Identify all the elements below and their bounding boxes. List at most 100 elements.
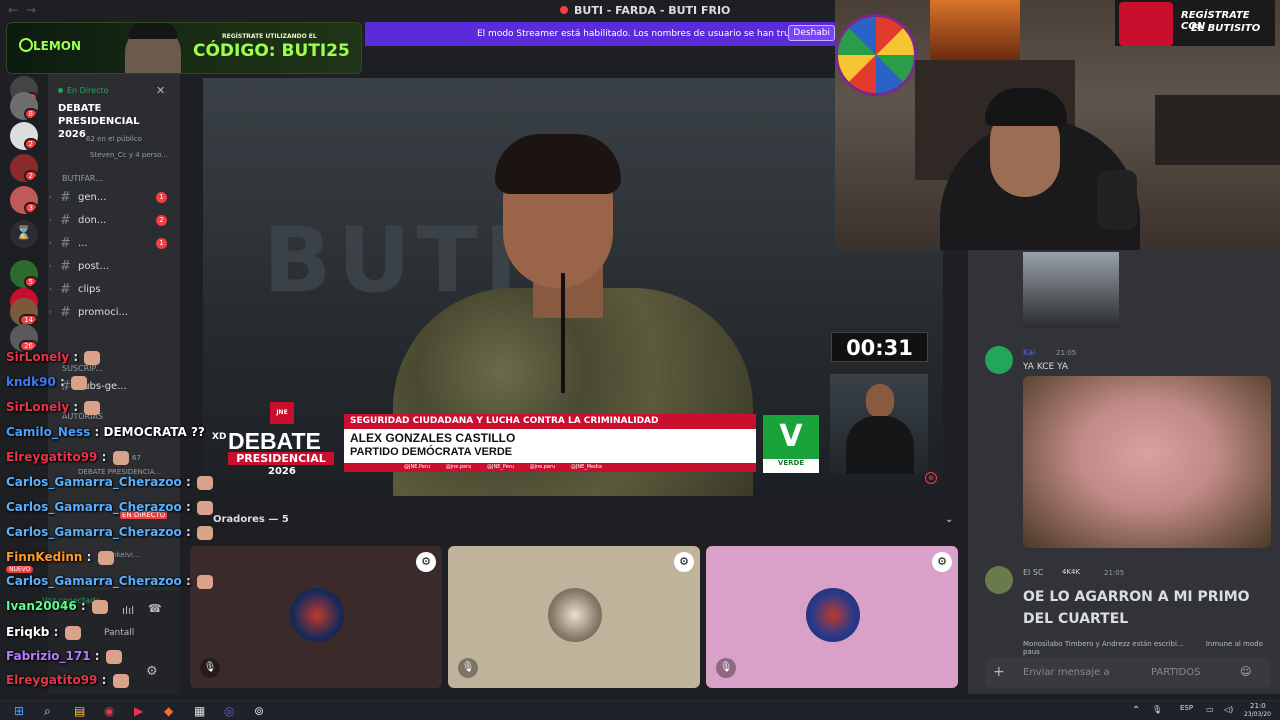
server-icon[interactable]: 8 [10, 92, 38, 120]
chevron-right-icon: › [49, 239, 52, 247]
calendar-icon[interactable]: ▦ [194, 704, 205, 718]
volume-icon[interactable]: ◁) [1224, 705, 1233, 714]
overlay-text: DEMOCRATA ?? [103, 425, 205, 439]
mic-muted-icon: 🎙 [716, 658, 736, 678]
speaker-tile[interactable]: ⚙ 🎙 [190, 546, 442, 688]
hash-icon: # [60, 213, 71, 228]
category-subs[interactable]: SUSCRIP... [62, 364, 103, 373]
emote-icon [84, 400, 101, 415]
signer-head [866, 384, 894, 418]
overlay-msg: Eriqkb : [6, 625, 83, 640]
chevron-down-icon[interactable]: ⌄ [945, 514, 953, 525]
mic-muted-icon: 🎙 [200, 658, 220, 678]
settings-gear-icon[interactable]: ⚙ [146, 664, 158, 679]
channel-item[interactable]: › # post... [48, 257, 180, 277]
live-label: En Directo [58, 86, 109, 95]
server-badge: 8 [23, 108, 38, 120]
sponsor-banner[interactable]: LEMON REGÍSTRATE UTILIZANDO EL CÓDIGO: B… [6, 22, 362, 74]
discord-icon[interactable]: ◎ [224, 704, 234, 718]
new-badge: NUEVO [6, 566, 34, 573]
discord-avatar-icon[interactable] [985, 346, 1013, 374]
server-badge: 2 [23, 170, 38, 182]
clock-time[interactable]: 21:0 [1250, 702, 1266, 710]
settings-icon[interactable]: ⚙ [674, 552, 694, 572]
server-badge: 3 [23, 202, 38, 214]
server-icon[interactable]: 14 [10, 298, 38, 326]
windows-start-icon[interactable]: ⊞ [14, 704, 24, 718]
hash-icon: # [60, 305, 71, 320]
mic-icon[interactable]: 🎙 [1152, 705, 1162, 714]
close-icon[interactable]: ✕ [156, 84, 165, 97]
server-icon[interactable]: 2 [10, 154, 38, 182]
server-icon[interactable]: 5 [10, 260, 38, 288]
chevron-right-icon: › [49, 216, 52, 224]
overlay-user: Carlos_Gamarra_Cherazoo [6, 574, 182, 588]
app-icon[interactable]: ◉ [104, 704, 114, 718]
speaker-tile[interactable]: ⚙ 🎙 [706, 546, 958, 688]
chevron-right-icon: › [49, 262, 52, 270]
emoji-icon[interactable]: ☺ [1240, 665, 1251, 678]
emote-icon [84, 350, 101, 365]
channel-name: don... [78, 215, 107, 226]
nav-arrows-icon[interactable]: ←→ [8, 3, 44, 17]
network-icon[interactable]: ▭ [1206, 705, 1214, 714]
message-input[interactable]: + Enviar mensaje a PARTIDOS ☺ [985, 658, 1271, 688]
overlay-msg: Carlos_Gamarra_Cherazoo : [6, 475, 215, 490]
msg-author[interactable]: Kai [1023, 348, 1035, 357]
disconnect-icon[interactable]: ☎ [148, 602, 162, 615]
audience-count: 62 en el público [86, 135, 142, 143]
brave-icon[interactable]: ◆ [164, 704, 173, 718]
sponsor-code: CÓDIGO: BUTI25 [193, 41, 350, 61]
server-icon[interactable]: 3 [10, 186, 38, 214]
globe-icon[interactable]: ⊕ [925, 472, 937, 484]
overlay-msg: Fabrizio_171 : [6, 649, 124, 664]
chat-panel: Kai 21:05 YA KCE YA El SC 4K4K 21:05 OE … [968, 250, 1280, 694]
channel-item[interactable]: › # gen... 1 [48, 188, 180, 208]
search-icon[interactable]: ⌕ [44, 704, 51, 719]
debate-timer: 00:31 [831, 332, 928, 362]
chat-image-pig[interactable] [1023, 376, 1271, 548]
user-avatar[interactable] [985, 566, 1013, 594]
hourglass-icon[interactable]: ⌛ [10, 220, 38, 248]
chat-image-signer[interactable] [1023, 252, 1119, 328]
soundwave-icon[interactable]: ılıl [122, 604, 134, 617]
speakers-header[interactable]: Oradores — 5 [213, 514, 289, 525]
overlay-msg: Camilo_Ness : DEMOCRATA ?? [6, 425, 205, 439]
language-indicator[interactable]: ESP [1180, 704, 1193, 712]
category-butifar[interactable]: BUTIFAR... [62, 174, 103, 183]
channel-name: ... [78, 238, 88, 249]
logo-year: 2026 [268, 466, 296, 477]
msg-author[interactable]: El SC [1023, 568, 1043, 577]
clock-date[interactable]: 23/03/20 [1244, 711, 1271, 718]
settings-icon[interactable]: ⚙ [416, 552, 436, 572]
channel-item[interactable]: › # clips [48, 280, 180, 300]
windows-taskbar: ⊞ ⌕ ▤ ◉ ▶ ◆ ▦ ◎ ⊚ ⌃ 🎙 ESP ▭ ◁) 21:0 23/0… [0, 700, 1280, 720]
chevron-up-icon[interactable]: ⌃ [1132, 705, 1140, 716]
server-icon[interactable]: 26 [10, 324, 38, 352]
channel-item[interactable]: › # promoci... [48, 303, 180, 323]
folder-icon[interactable]: ▤ [74, 704, 85, 718]
youtube-icon[interactable]: ▶ [134, 704, 143, 718]
overlay-user: SirLonely [6, 350, 70, 364]
podium-mic [561, 273, 565, 393]
hash-icon: # [60, 282, 71, 297]
disable-streamer-button[interactable]: Deshabi [788, 25, 835, 41]
party-logo: V VERDE [763, 415, 819, 473]
channel-name: promoci... [78, 307, 129, 318]
overlay-msg: SirLonely : [6, 400, 102, 415]
overlay-user: Elreygatito99 [6, 673, 98, 687]
settings-icon[interactable]: ⚙ [932, 552, 952, 572]
speaker-tile[interactable]: ⚙ 🎙 [448, 546, 700, 688]
badge-photo [1119, 2, 1173, 46]
server-icon[interactable]: 2 [10, 122, 38, 150]
channel-item[interactable]: › # don... 2 [48, 211, 180, 231]
plus-icon[interactable]: + [993, 664, 1005, 680]
streamer-mic [1097, 170, 1137, 230]
overlay-msg: Carlos_Gamarra_Cherazoo : [6, 574, 215, 589]
candidate-name: ALEX GONZALES CASTILLO [350, 431, 516, 445]
app-icon[interactable]: ⊚ [254, 704, 264, 718]
streamer-mode-bar: El modo Streamer está habilitado. Los no… [365, 22, 835, 46]
channel-item[interactable]: › #... 1 [48, 234, 180, 254]
screen-share-button[interactable]: Pantall [104, 628, 134, 638]
server-badge: 2 [23, 138, 38, 150]
